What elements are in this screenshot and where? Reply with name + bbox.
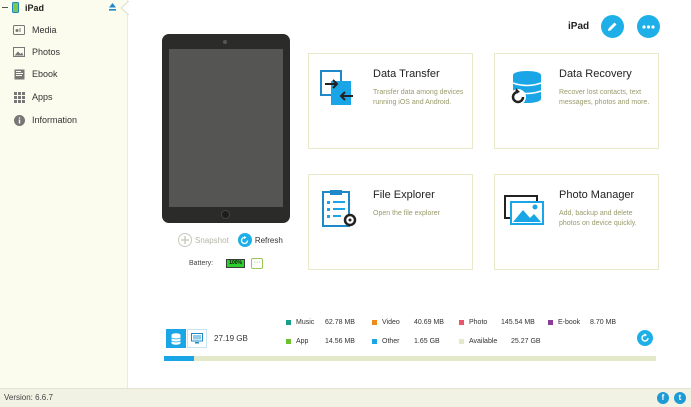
sidebar-item-label: Media [32, 25, 57, 35]
ipad-device-icon [12, 2, 19, 13]
version-label: Version: 6.6.7 [4, 393, 53, 402]
photo-manager-icon [504, 195, 544, 225]
legend-value: 14.56 MB [325, 338, 355, 345]
legend-item-music: Music 62.78 MB [286, 317, 355, 328]
refresh-icon [641, 333, 649, 342]
sidebar-item-label: Photos [32, 47, 61, 57]
card-title: Photo Manager [559, 189, 635, 201]
data-recovery-icon [510, 71, 542, 105]
sidebar-item-label: Apps [32, 92, 53, 102]
legend-item-ebook: E-book 8.70 MB [548, 317, 616, 328]
card-description: Add, backup and delete photos on device … [559, 210, 637, 227]
sidebar-item-ebook[interactable]: Ebook [0, 65, 128, 83]
ipad-screen [169, 49, 283, 207]
data-transfer-card[interactable]: Data Transfer Transfer data among device… [308, 53, 473, 149]
legend-item-other: Other 1.65 GB [372, 336, 440, 347]
legend-swatch [548, 320, 553, 325]
photos-icon [12, 45, 26, 59]
legend-swatch [372, 339, 377, 344]
more-options-button[interactable] [637, 15, 660, 38]
refresh-button[interactable]: Refresh [255, 236, 283, 245]
legend-swatch [372, 320, 377, 325]
collapse-dash-icon[interactable] [2, 7, 8, 8]
eject-icon[interactable] [108, 2, 117, 12]
storage-tab-internal[interactable] [166, 329, 186, 348]
legend-label: Photo [469, 319, 488, 326]
legend-item-video: Video 40.69 MB [372, 317, 444, 328]
sidebar-item-photos[interactable]: Photos [0, 43, 128, 61]
facebook-icon[interactable]: f [657, 392, 669, 404]
legend-label: Video [382, 319, 400, 326]
legend-item-app: App 14.56 MB [286, 336, 355, 347]
ipad-illustration [162, 34, 290, 223]
ipad-home-button [221, 210, 230, 219]
battery-level-icon: 100% [226, 258, 246, 268]
pencil-icon [608, 22, 617, 31]
sidebar-item-label: Information [32, 115, 78, 125]
legend-label: E-book [558, 319, 581, 326]
sidebar-item-media[interactable]: Media [0, 21, 128, 39]
sidebar-item-information[interactable]: Information [0, 111, 128, 129]
file-explorer-icon [322, 190, 357, 227]
legend-swatch [459, 320, 464, 325]
sidebar-device-name: iPad [25, 2, 45, 13]
device-actions: Snapshot Refresh [178, 232, 283, 248]
legend-value: 1.65 GB [414, 338, 440, 345]
legend-value: 62.78 MB [325, 319, 355, 326]
media-icon [12, 23, 26, 37]
photo-manager-card[interactable]: Photo Manager Add, backup and delete pho… [494, 174, 659, 270]
card-description: Transfer data among devices running iOS … [373, 89, 464, 106]
legend-value: 145.54 MB [501, 319, 535, 326]
info-icon [12, 113, 26, 127]
data-transfer-icon [320, 70, 353, 105]
card-title: File Explorer [373, 189, 435, 201]
more-dots-icon [642, 24, 655, 29]
status-footer: Version: 6.6.7 f t [0, 388, 691, 407]
battery-status: Battery: 100% ··· [189, 257, 264, 269]
header-device-name: iPad [568, 21, 590, 32]
card-title: Data Transfer [373, 68, 440, 80]
sidebar-item-apps[interactable]: Apps [0, 88, 128, 106]
storage-refresh-button[interactable] [637, 330, 653, 346]
legend-label: Available [469, 338, 498, 345]
storage-tab-device[interactable] [187, 329, 207, 348]
legend-swatch [459, 339, 464, 344]
legend-value: 8.70 MB [590, 319, 617, 326]
legend-item-photo: Photo 145.54 MB [459, 317, 535, 328]
storage-usage-bar [164, 356, 656, 361]
file-explorer-card[interactable]: File Explorer Open the file explorer [308, 174, 473, 270]
storage-total: 27.19 GB [214, 334, 248, 343]
apps-grid-icon [12, 90, 26, 104]
legend-label: Music [296, 319, 315, 326]
data-recovery-card[interactable]: Data Recovery Recover lost contacts, tex… [494, 53, 659, 149]
sidebar-device-row[interactable]: iPad [0, 0, 129, 15]
legend-label: App [296, 338, 309, 345]
database-icon [171, 332, 181, 345]
ipad-camera [223, 40, 227, 44]
refresh-icon[interactable] [237, 233, 252, 247]
monitor-icon [191, 333, 203, 344]
snapshot-button[interactable]: Snapshot [195, 236, 229, 245]
legend-swatch [286, 339, 291, 344]
twitter-icon[interactable]: t [674, 392, 686, 404]
snapshot-icon[interactable] [178, 233, 192, 247]
card-description: Recover lost contacts, text messages, ph… [559, 89, 650, 106]
sidebar-item-label: Ebook [32, 69, 58, 79]
legend-swatch [286, 320, 291, 325]
battery-more-icon[interactable]: ··· [251, 257, 264, 269]
tab-notch-icon [121, 1, 129, 15]
sidebar: iPad Media Photos Ebook Apps Information [0, 0, 129, 388]
legend-item-available: Available 25.27 GB [459, 336, 541, 347]
edit-device-button[interactable] [601, 15, 624, 38]
card-description: Open the file explorer [373, 210, 440, 217]
card-title: Data Recovery [559, 68, 632, 80]
storage-usage-fill [164, 356, 194, 361]
legend-label: Other [382, 338, 400, 345]
legend-value: 40.69 MB [414, 319, 444, 326]
legend-value: 25.27 GB [511, 338, 541, 345]
ebook-icon [12, 67, 26, 81]
battery-label: Battery: [189, 259, 214, 267]
